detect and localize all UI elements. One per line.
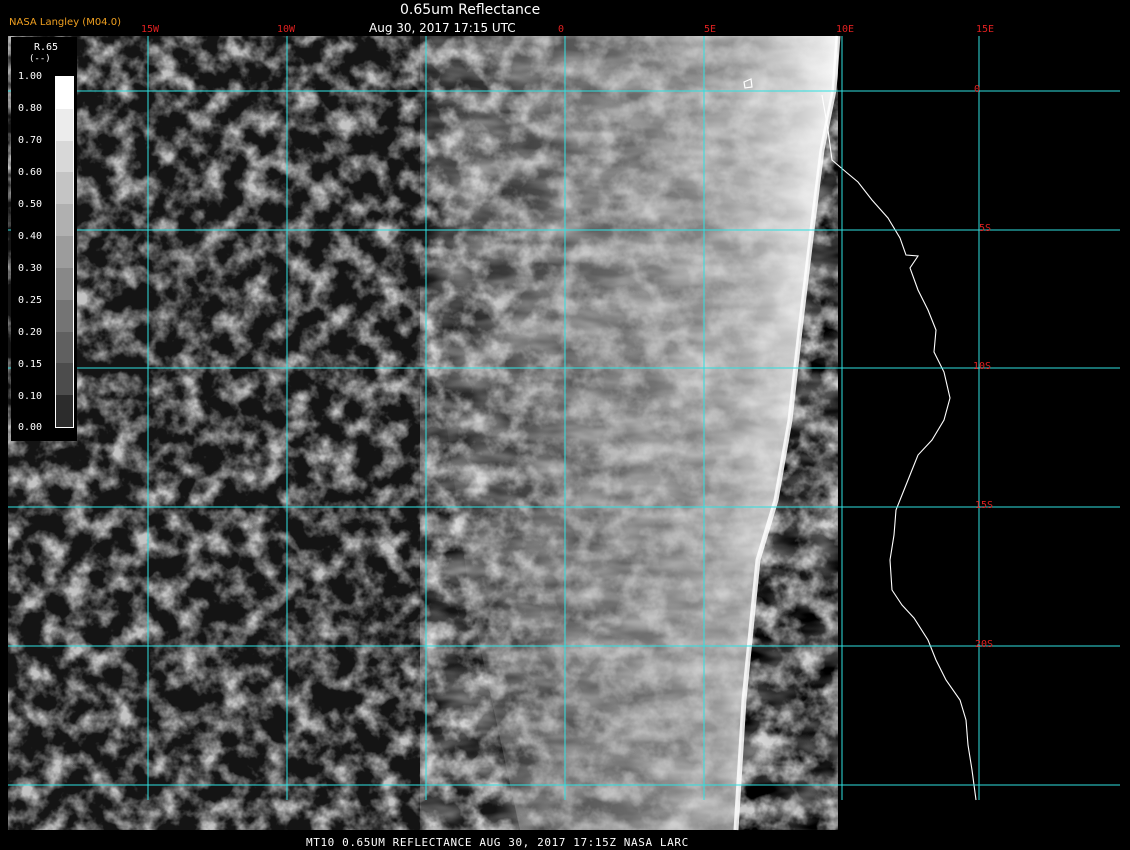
legend-tick: 0.80 — [18, 103, 43, 114]
lon-label-15e: 15E — [976, 24, 995, 35]
lon-label-10w: 10W — [277, 24, 296, 35]
lon-label-0: 0 — [558, 24, 565, 35]
legend-color-step — [56, 77, 73, 110]
product-title: 0.65um Reflectance — [400, 2, 541, 18]
legend-tick: 0.25 — [18, 295, 43, 306]
legend-color-step — [56, 299, 73, 333]
legend-tick: 0.70 — [18, 135, 43, 146]
legend-color-step — [56, 363, 73, 396]
legend-variable: R.65 — [34, 42, 59, 53]
satellite-image-viewer: 15W 10W 0 5E 10E 15E 0 5S 10S 15S 20S NA… — [0, 0, 1130, 850]
legend-tick: 0.60 — [18, 167, 43, 178]
credit-label: NASA Langley (M04.0) — [9, 17, 121, 28]
legend-tick: 1.00 — [18, 71, 43, 82]
lon-label-15w: 15W — [141, 24, 160, 35]
legend-color-step — [56, 331, 73, 364]
footer-caption: MT10 0.65UM REFLECTANCE AUG 30, 2017 17:… — [306, 836, 689, 849]
legend-color-step — [56, 108, 73, 142]
legend-tick: 0.10 — [18, 391, 43, 402]
legend-color-bar — [55, 76, 74, 428]
legend-tick: 0.20 — [18, 327, 43, 338]
lon-label-10e: 10E — [836, 24, 855, 35]
legend-tick: 0.50 — [18, 199, 43, 210]
lat-label-10s: 10S — [973, 361, 992, 372]
legend-unit: (--) — [29, 54, 51, 64]
lat-label-5s: 5S — [979, 223, 992, 234]
lat-label-0: 0 — [974, 84, 981, 95]
legend-tick: 0.40 — [18, 231, 43, 242]
legend-color-step — [56, 267, 73, 301]
legend-color-step — [56, 172, 73, 205]
coastline — [821, 94, 977, 801]
lon-label-5e: 5E — [704, 24, 717, 35]
image-datetime: Aug 30, 2017 17:15 UTC — [369, 21, 516, 35]
lat-label-20s: 20S — [975, 639, 994, 650]
legend-tick: 0.30 — [18, 263, 43, 274]
legend-color-step — [56, 140, 73, 173]
legend-color-step — [56, 204, 73, 237]
lat-label-15s: 15S — [975, 500, 994, 511]
color-scale-legend: R.65 (--) 1.00 0.80 0.70 0.60 0.50 0.40 … — [11, 37, 77, 441]
legend-color-step — [56, 236, 73, 269]
legend-tick: 0.00 — [18, 422, 43, 433]
legend-color-step — [56, 395, 73, 428]
reflectance-map — [8, 35, 1120, 831]
legend-tick: 0.15 — [18, 359, 43, 370]
